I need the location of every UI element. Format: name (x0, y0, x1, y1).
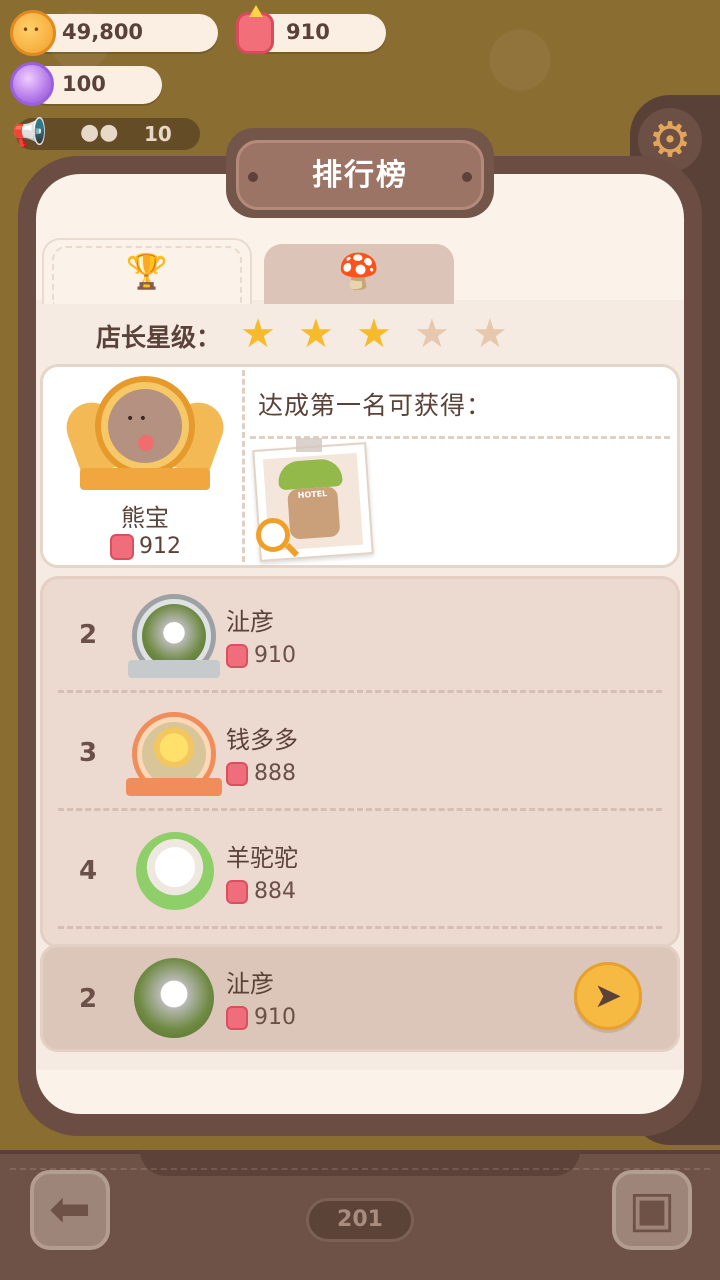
megaphone-icon: 📢 (12, 116, 47, 149)
avatar[interactable] (136, 832, 214, 910)
page-number: 201 (306, 1198, 414, 1242)
announcement-bar[interactable]: 📢 ●● 10 (12, 116, 200, 150)
coin-counter[interactable]: 49,800 (28, 14, 218, 52)
rank-number: 2 (78, 620, 98, 650)
row-divider (58, 808, 662, 811)
row-divider (58, 690, 662, 693)
gold-rank-badge[interactable] (59, 372, 231, 500)
player-name: 羊驼驼 (226, 844, 298, 872)
silver-ribbon (128, 660, 220, 678)
star-icon-empty: ★ (414, 311, 450, 357)
first-place-score: 912 (139, 534, 181, 559)
heart-value: 910 (286, 20, 330, 44)
star-icon-filled: ★ (356, 311, 392, 357)
player-name: 沚彦 (226, 608, 274, 636)
divider (242, 370, 245, 562)
avatar[interactable] (142, 722, 206, 786)
world-icon: 🍄 (337, 252, 381, 292)
gem-icon (10, 62, 54, 106)
row-divider (58, 926, 662, 929)
player-score: 888 (254, 761, 296, 786)
gem-value: 100 (62, 72, 106, 96)
avatar[interactable] (142, 604, 206, 668)
score-token-icon (110, 534, 134, 560)
magnifier-icon[interactable] (256, 518, 290, 552)
score-token-icon (226, 880, 248, 904)
my-name: 沚彦 (226, 970, 274, 998)
back-arrow-icon[interactable]: ⬅ (30, 1170, 110, 1250)
players-icon: ●● (80, 120, 119, 145)
bear-avatar (108, 389, 182, 463)
score-token-icon (236, 12, 274, 54)
coin-value: 49,800 (62, 20, 144, 44)
first-place-name: 熊宝 (121, 504, 169, 532)
player-name: 钱多多 (226, 726, 298, 754)
reward-label: 达成第一名可获得： (258, 391, 493, 420)
tape-decoration (296, 438, 322, 452)
my-score: 910 (254, 1005, 296, 1030)
coin-icon (10, 10, 56, 56)
my-avatar[interactable] (134, 958, 214, 1038)
player-score: 910 (254, 643, 296, 668)
score-token-icon (226, 762, 248, 786)
stitch-decoration (10, 1168, 710, 1170)
sofa-icon[interactable]: ▣ (612, 1170, 692, 1250)
star-icon-filled: ★ (240, 311, 276, 357)
trophy-icon: 🏆 (125, 252, 169, 292)
star-rating-label: 店长星级： (96, 323, 222, 352)
rank-number: 3 (78, 738, 98, 768)
my-rank-number: 2 (78, 984, 98, 1014)
online-count: 10 (144, 122, 172, 146)
bronze-ribbon (126, 778, 222, 796)
score-token-icon (226, 1006, 248, 1030)
star-icon-empty: ★ (472, 311, 508, 357)
tab-world[interactable]: 🍄 (264, 244, 454, 304)
send-icon[interactable]: ➤ (574, 962, 642, 1030)
star-icon-filled: ★ (298, 311, 334, 357)
score-token-icon (226, 644, 248, 668)
player-score: 884 (254, 879, 296, 904)
tab-ranking[interactable]: 🏆 (42, 238, 252, 304)
rank-number: 4 (78, 856, 98, 886)
page-title: 排行榜 (312, 158, 408, 193)
